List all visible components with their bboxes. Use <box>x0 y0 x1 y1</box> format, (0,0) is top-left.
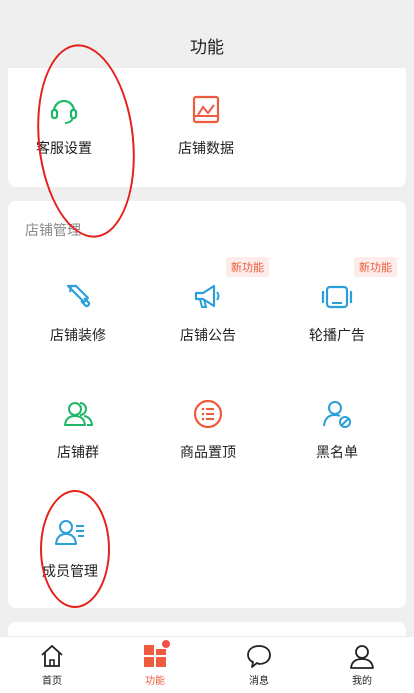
tab-home-label: 首页 <box>42 676 62 687</box>
store-decoration[interactable]: 店铺装修 <box>13 281 143 361</box>
store-data[interactable]: 店铺数据 <box>141 94 271 174</box>
tab-me-label: 我的 <box>352 676 372 687</box>
carousel-icon <box>321 285 353 309</box>
new-feature-badge: 新功能 <box>226 257 269 277</box>
store-group-label: 店铺群 <box>57 445 99 461</box>
annotation-circle <box>40 490 110 608</box>
brush-icon <box>66 284 91 308</box>
tab-home[interactable]: 首页 <box>0 637 104 693</box>
store-group[interactable]: 店铺群 <box>13 398 143 478</box>
chart-icon <box>192 95 220 124</box>
chat-icon <box>247 645 271 668</box>
user-block-icon <box>323 401 351 428</box>
users-group-icon <box>64 402 94 426</box>
tab-me[interactable]: 我的 <box>310 637 414 693</box>
store-announcement[interactable]: 店铺公告 <box>143 281 273 361</box>
tab-messages[interactable]: 消息 <box>207 637 311 693</box>
tab-functions-label: 功能 <box>145 676 165 687</box>
tab-functions[interactable]: 功能 <box>103 637 207 693</box>
blacklist[interactable]: 黑名单 <box>272 398 402 478</box>
store-data-label: 店铺数据 <box>178 141 234 157</box>
megaphone-icon <box>194 284 220 308</box>
product-pin-top-label: 商品置顶 <box>180 445 236 461</box>
store-decoration-label: 店铺装修 <box>50 328 106 344</box>
product-pin-top[interactable]: 商品置顶 <box>143 398 273 478</box>
notification-dot <box>162 640 170 648</box>
carousel-ads[interactable]: 轮播广告 <box>272 281 402 361</box>
new-feature-badge: 新功能 <box>354 257 397 277</box>
user-icon <box>350 645 374 669</box>
carousel-ads-label: 轮播广告 <box>309 328 365 344</box>
home-icon <box>41 644 63 667</box>
blacklist-label: 黑名单 <box>316 445 358 461</box>
list-icon <box>193 399 223 429</box>
bottom-tab-bar: 首页 功能 消息 我的 <box>0 636 414 693</box>
store-announcement-label: 店铺公告 <box>180 328 236 344</box>
tab-messages-label: 消息 <box>249 676 269 687</box>
